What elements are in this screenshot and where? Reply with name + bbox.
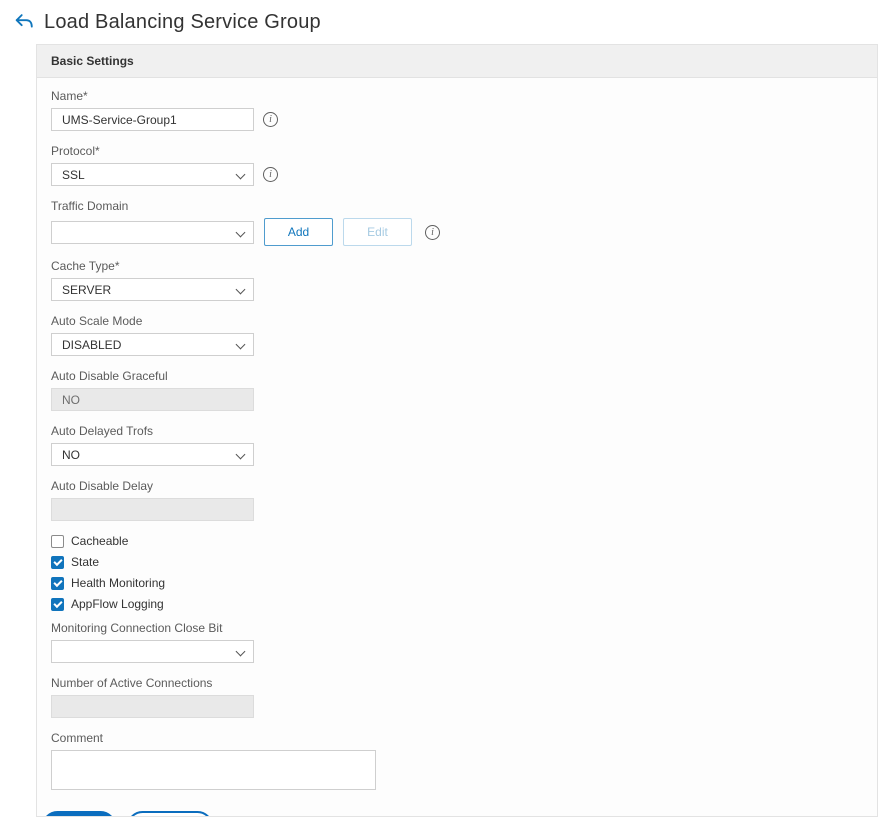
traffic-domain-select[interactable] [51,220,254,244]
checkbox-appflow-logging[interactable]: AppFlow Logging [51,597,863,611]
auto-disable-delay-label: Auto Disable Delay [51,479,154,493]
checkbox-label-appflow-logging: AppFlow Logging [71,597,164,611]
auto-delayed-trofs-select[interactable]: NO [51,443,254,466]
checkbox-label-state: State [71,555,100,569]
monitoring-connection-close-bit-select[interactable] [51,640,254,663]
cache-type-select[interactable]: SERVER [51,278,254,301]
cache-type-select-value: SERVER [62,282,112,297]
field-cache-type: Cache Type* SERVER [51,259,863,301]
comment-textarea[interactable] [51,750,376,790]
info-icon[interactable]: i [263,112,278,127]
field-auto-scale-mode: Auto Scale Mode DISABLED [51,314,863,356]
info-icon[interactable]: i [425,224,440,240]
number-of-active-connections-input [51,695,254,718]
traffic-domain-label: Traffic Domain [51,199,129,213]
back-arrow-icon[interactable] [13,11,35,33]
checkbox-group: Cacheable State Health Monitoring AppFlo… [51,534,863,611]
protocol-select-value: SSL [62,167,85,182]
checkbox-box-health-monitoring[interactable] [51,576,64,590]
field-comment: Comment [51,731,863,795]
checkbox-label-cacheable: Cacheable [71,534,129,548]
comment-label: Comment [51,731,104,745]
checkbox-state[interactable]: State [51,555,863,569]
protocol-select[interactable]: SSL [51,163,254,186]
field-traffic-domain: Traffic Domain Add Edit i [51,199,863,246]
ok-button[interactable]: OK [42,811,116,816]
field-auto-disable-graceful: Auto Disable Graceful [51,369,863,411]
checkbox-cacheable[interactable]: Cacheable [51,534,863,548]
panel-header-basic-settings: Basic Settings [37,45,877,78]
actions-row: OK Cancel [42,811,863,816]
checkbox-box-state[interactable] [51,555,64,569]
auto-scale-mode-select-value: DISABLED [62,337,122,352]
protocol-label: Protocol* [51,144,100,158]
field-protocol: Protocol* SSL i [51,144,863,186]
checkbox-box-appflow-logging[interactable] [51,597,64,611]
page-header: Load Balancing Service Group [0,0,878,44]
auto-delayed-trofs-label: Auto Delayed Trofs [51,424,154,438]
traffic-domain-edit-button[interactable]: Edit [343,218,412,246]
field-name: Name* i [51,89,863,131]
auto-disable-graceful-input [51,388,254,411]
field-number-of-active-connections: Number of Active Connections [51,676,863,718]
field-auto-delayed-trofs: Auto Delayed Trofs NO [51,424,863,466]
auto-disable-graceful-label: Auto Disable Graceful [51,369,168,383]
auto-disable-delay-input [51,498,254,521]
page-title: Load Balancing Service Group [44,10,321,33]
auto-delayed-trofs-select-value: NO [62,447,80,462]
panel-body: Name* i Protocol* SSL i Traffic Domain [37,78,877,816]
field-monitoring-connection-close-bit: Monitoring Connection Close Bit [51,621,863,663]
auto-scale-mode-label: Auto Scale Mode [51,314,143,328]
name-input[interactable] [51,108,254,131]
basic-settings-panel: Basic Settings Name* i Protocol* SSL i T… [36,44,878,817]
checkbox-health-monitoring[interactable]: Health Monitoring [51,576,863,590]
checkbox-box-cacheable[interactable] [51,534,64,548]
traffic-domain-add-button[interactable]: Add [264,218,333,246]
monitoring-connection-close-bit-label: Monitoring Connection Close Bit [51,621,223,635]
cache-type-label: Cache Type* [51,259,120,273]
checkbox-label-health-monitoring: Health Monitoring [71,576,166,590]
auto-scale-mode-select[interactable]: DISABLED [51,333,254,356]
cancel-button[interactable]: Cancel [127,811,213,816]
field-auto-disable-delay: Auto Disable Delay [51,479,863,521]
back-arrow-svg [15,14,33,28]
name-label: Name* [51,89,88,103]
info-icon[interactable]: i [263,167,278,182]
number-of-active-connections-label: Number of Active Connections [51,676,213,690]
